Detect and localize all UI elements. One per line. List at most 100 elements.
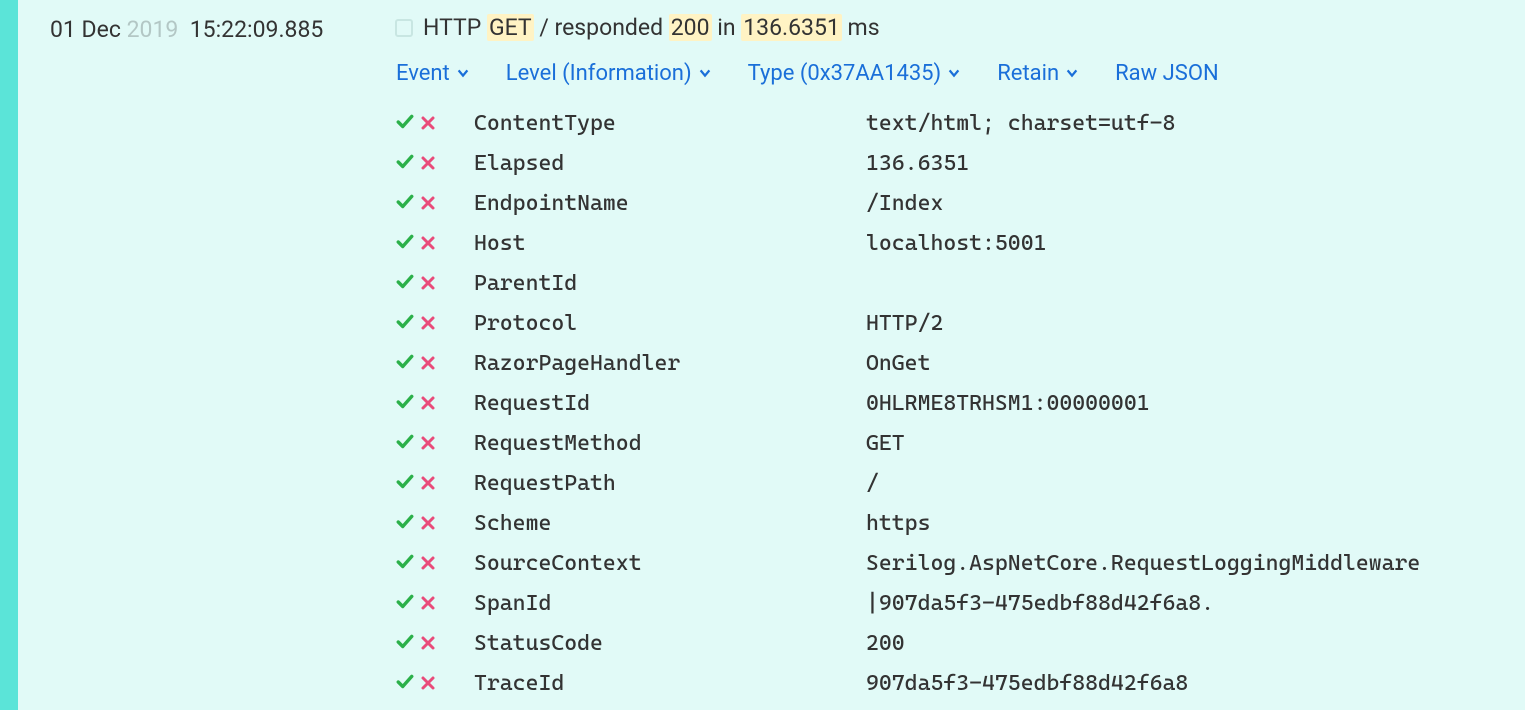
property-value[interactable]: 136.6351 (866, 144, 1525, 184)
message-elapsed: 136.6351 (741, 14, 842, 41)
timestamp-date-prefix: 01 Dec (50, 16, 121, 43)
property-value[interactable]: 200 (866, 624, 1525, 664)
property-name[interactable]: TraceId (474, 664, 866, 704)
log-message[interactable]: HTTP GET / responded 200 in 136.6351 ms (395, 14, 880, 41)
include-icon[interactable] (396, 464, 414, 504)
property-value[interactable]: / (866, 464, 1525, 504)
property-row: TraceId907da5f3-475edbf88d42f6a8 (396, 664, 1525, 704)
property-row: StatusCode200 (396, 624, 1525, 664)
exclude-icon[interactable] (420, 384, 436, 424)
property-row: RequestMethodGET (396, 424, 1525, 464)
property-value[interactable]: text/html; charset=utf-8 (866, 104, 1525, 144)
property-name[interactable]: StatusCode (474, 624, 866, 664)
include-icon[interactable] (396, 224, 414, 264)
message-method: GET (487, 14, 534, 41)
include-icon[interactable] (396, 144, 414, 184)
exclude-icon[interactable] (420, 104, 436, 144)
property-row-icons (396, 504, 474, 544)
exclude-icon[interactable] (420, 664, 436, 704)
exclude-icon[interactable] (420, 424, 436, 464)
property-value[interactable]: 907da5f3-475edbf88d42f6a8 (866, 664, 1525, 704)
exclude-icon[interactable] (420, 224, 436, 264)
property-name[interactable]: EndpointName (474, 184, 866, 224)
property-row: RequestPath/ (396, 464, 1525, 504)
exclude-icon[interactable] (420, 624, 436, 664)
property-row-icons (396, 384, 474, 424)
property-name[interactable]: SourceContext (474, 544, 866, 584)
property-name[interactable]: RequestId (474, 384, 866, 424)
exclude-icon[interactable] (420, 544, 436, 584)
property-row-icons (396, 224, 474, 264)
event-dropdown[interactable]: Event (396, 61, 470, 86)
property-value[interactable]: Serilog.AspNetCore.RequestLoggingMiddlew… (866, 544, 1525, 584)
include-icon[interactable] (396, 304, 414, 344)
retain-dropdown[interactable]: Retain (997, 61, 1079, 86)
exclude-icon[interactable] (420, 264, 436, 304)
exclude-icon[interactable] (420, 144, 436, 184)
property-name[interactable]: RequestMethod (474, 424, 866, 464)
property-row: Elapsed136.6351 (396, 144, 1525, 184)
include-icon[interactable] (396, 344, 414, 384)
chevron-down-icon (698, 66, 712, 80)
property-row: Hostlocalhost:5001 (396, 224, 1525, 264)
property-row-icons (396, 584, 474, 624)
property-name[interactable]: ParentId (474, 264, 866, 304)
actions-row: Event Level (Information) Type (0x37AA14… (18, 53, 1525, 104)
chevron-down-icon (456, 66, 470, 80)
property-name[interactable]: RequestPath (474, 464, 866, 504)
include-icon[interactable] (396, 264, 414, 304)
raw-json-link[interactable]: Raw JSON (1115, 61, 1219, 86)
chevron-down-icon (1065, 66, 1079, 80)
property-row: ParentId (396, 264, 1525, 304)
exclude-icon[interactable] (420, 304, 436, 344)
property-value[interactable]: OnGet (866, 344, 1525, 384)
property-name[interactable]: Elapsed (474, 144, 866, 184)
property-value[interactable]: GET (866, 424, 1525, 464)
property-name[interactable]: RazorPageHandler (474, 344, 866, 384)
property-name[interactable]: Scheme (474, 504, 866, 544)
property-row-icons (396, 184, 474, 224)
property-row-icons (396, 544, 474, 584)
property-value[interactable]: HTTP/2 (866, 304, 1525, 344)
exclude-icon[interactable] (420, 584, 436, 624)
type-dropdown[interactable]: Type (0x37AA1435) (748, 61, 962, 86)
property-row: SourceContextSerilog.AspNetCore.RequestL… (396, 544, 1525, 584)
property-value[interactable]: https (866, 504, 1525, 544)
chevron-down-icon (947, 66, 961, 80)
property-row-icons (396, 464, 474, 504)
property-row: RequestId0HLRME8TRHSM1:00000001 (396, 384, 1525, 424)
property-row-icons (396, 664, 474, 704)
properties-list: ContentTypetext/html; charset=utf-8Elaps… (18, 104, 1525, 704)
property-row-icons (396, 264, 474, 304)
select-checkbox[interactable] (395, 19, 413, 37)
include-icon[interactable] (396, 624, 414, 664)
include-icon[interactable] (396, 584, 414, 624)
include-icon[interactable] (396, 104, 414, 144)
property-name[interactable]: Host (474, 224, 866, 264)
exclude-icon[interactable] (420, 504, 436, 544)
include-icon[interactable] (396, 184, 414, 224)
include-icon[interactable] (396, 504, 414, 544)
property-row-icons (396, 624, 474, 664)
property-name[interactable]: SpanId (474, 584, 866, 624)
property-name[interactable]: ContentType (474, 104, 866, 144)
property-value[interactable]: 0HLRME8TRHSM1:00000001 (866, 384, 1525, 424)
property-value[interactable]: localhost:5001 (866, 224, 1525, 264)
accent-bar (0, 0, 18, 710)
include-icon[interactable] (396, 384, 414, 424)
property-row: ContentTypetext/html; charset=utf-8 (396, 104, 1525, 144)
exclude-icon[interactable] (420, 344, 436, 384)
level-dropdown[interactable]: Level (Information) (506, 61, 712, 86)
header-row: 01 Dec 2019 15:22:09.885 HTTP GET / resp… (18, 14, 1525, 53)
include-icon[interactable] (396, 664, 414, 704)
property-name[interactable]: Protocol (474, 304, 866, 344)
include-icon[interactable] (396, 424, 414, 464)
timestamp-year: 2019 (127, 16, 179, 43)
property-row-icons (396, 344, 474, 384)
include-icon[interactable] (396, 544, 414, 584)
exclude-icon[interactable] (420, 464, 436, 504)
property-value[interactable]: /Index (866, 184, 1525, 224)
exclude-icon[interactable] (420, 184, 436, 224)
log-entry: 01 Dec 2019 15:22:09.885 HTTP GET / resp… (18, 0, 1525, 710)
property-value[interactable]: |907da5f3-475edbf88d42f6a8. (866, 584, 1525, 624)
